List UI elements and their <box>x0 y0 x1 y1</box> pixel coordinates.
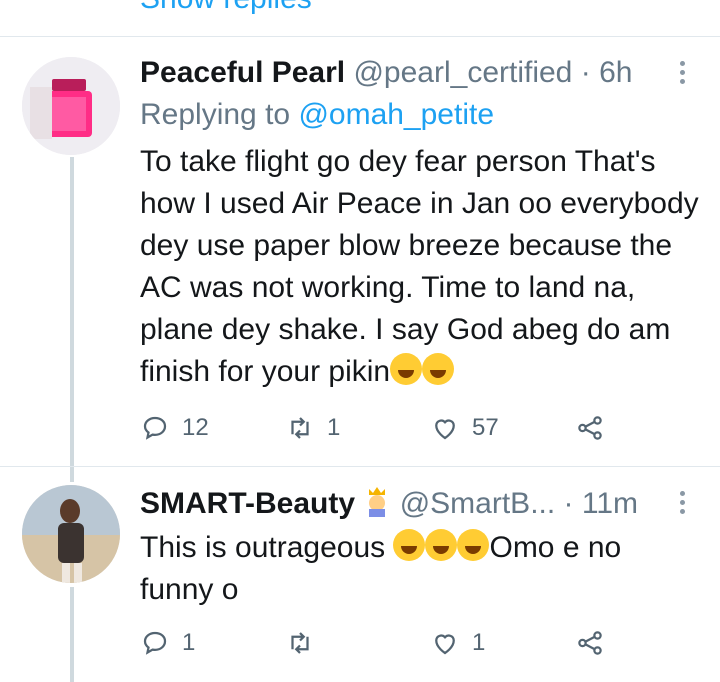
author-handle[interactable]: @SmartB... <box>400 487 555 520</box>
retweet-button[interactable] <box>285 625 327 661</box>
tweet-smart-beauty[interactable]: SMART-Beauty @SmartB... · 11m This is ou… <box>0 467 720 682</box>
like-button[interactable]: 1 <box>430 625 485 661</box>
thread-line <box>70 587 74 682</box>
author-handle[interactable]: @pearl_certified <box>353 56 572 89</box>
princess-emoji-icon <box>363 485 391 517</box>
timestamp[interactable]: 11m <box>582 487 638 520</box>
reply-button[interactable]: 12 <box>140 410 209 446</box>
reply-icon <box>143 631 167 655</box>
like-count: 57 <box>472 414 499 441</box>
laughing-emoji-icon <box>425 529 458 561</box>
retweet-button[interactable]: 1 <box>285 410 340 446</box>
avatar[interactable] <box>22 485 120 583</box>
laughing-emoji-icon <box>393 529 426 561</box>
separator: · <box>563 487 574 520</box>
tweet-text: This is outrageous <box>140 531 386 564</box>
share-button[interactable] <box>575 410 617 446</box>
thread-line <box>70 157 74 482</box>
retweet-icon <box>291 417 309 439</box>
show-replies-link[interactable]: Show replies <box>140 0 312 16</box>
share-icon <box>578 416 602 440</box>
retweet-icon <box>291 632 309 654</box>
timestamp[interactable]: 6h <box>599 56 632 89</box>
like-button[interactable]: 57 <box>430 410 499 446</box>
laughing-emoji-icon <box>390 353 423 385</box>
reply-button[interactable]: 1 <box>140 625 195 661</box>
laughing-emoji-icon <box>457 529 490 561</box>
reply-icon <box>143 416 167 440</box>
reply-count: 1 <box>182 629 196 656</box>
author-name[interactable]: SMART-Beauty <box>140 487 355 520</box>
reply-mention[interactable]: @omah_petite <box>298 98 494 131</box>
tweet-pearl[interactable]: Peaceful Pearl @pearl_certified · 6h Rep… <box>0 37 720 482</box>
like-count: 1 <box>472 629 486 656</box>
retweet-count: 1 <box>327 414 341 441</box>
tweet-text: To take flight go dey fear person That's… <box>140 145 699 388</box>
reply-count: 12 <box>182 414 209 441</box>
avatar[interactable] <box>22 57 120 155</box>
heart-icon <box>435 634 455 655</box>
share-button[interactable] <box>575 625 617 661</box>
share-icon <box>578 631 602 655</box>
author-name[interactable]: Peaceful Pearl <box>140 56 345 89</box>
heart-icon <box>435 419 455 440</box>
separator: · <box>580 56 591 89</box>
more-icon[interactable] <box>680 61 686 88</box>
more-icon[interactable] <box>680 491 686 518</box>
rolling-laughing-emoji-icon <box>422 353 455 385</box>
replying-label: Replying to <box>140 98 291 131</box>
